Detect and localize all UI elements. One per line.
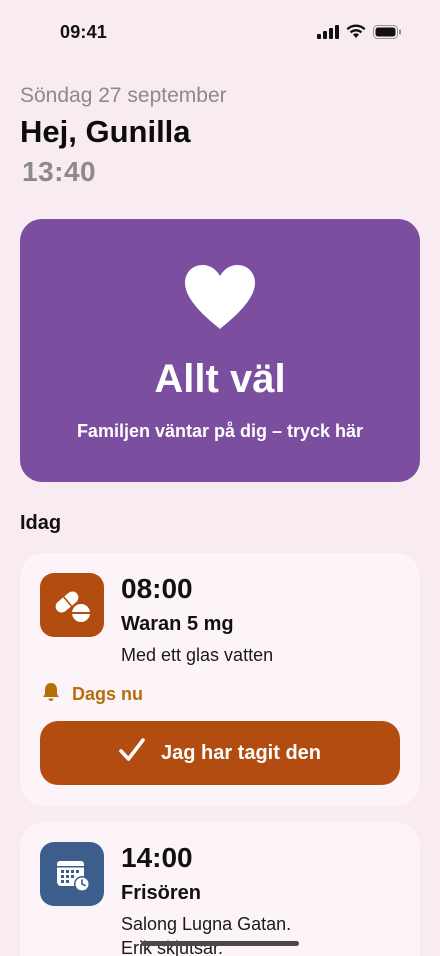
checkmark-icon <box>119 738 145 768</box>
heart-icon <box>183 263 257 331</box>
bell-icon <box>40 681 62 708</box>
pill-icon <box>40 573 104 637</box>
due-status-label: Dags nu <box>72 684 144 704</box>
task-name: Waran 5 mg <box>121 613 234 635</box>
task-card-medication: 08:00 Waran 5 mg Med ett glas vatten Dag… <box>20 553 420 806</box>
current-time: 13:40 <box>22 156 97 187</box>
family-status-card[interactable]: Allt väl Familjen väntar på dig – tryck … <box>20 219 420 482</box>
calendar-clock-icon <box>40 842 104 906</box>
status-icons <box>317 24 402 39</box>
task-note: Salong Lugna Gatan. Erik skjutsar. <box>121 912 291 956</box>
section-title-today: Idag <box>20 512 62 534</box>
task-name: Frisören <box>121 882 202 904</box>
date-label: Söndag 27 september <box>20 84 227 107</box>
mark-taken-button[interactable]: Jag har tagit den <box>40 721 400 785</box>
hero-subtitle: Familjen väntar på dig – tryck här <box>76 421 364 441</box>
task-time: 08:00 <box>121 573 193 604</box>
mark-taken-label: Jag har tagit den <box>160 741 322 764</box>
task-note: Med ett glas vatten <box>121 645 274 665</box>
task-note-line: Salong Lugna Gatan. <box>121 914 292 934</box>
status-time: 09:41 <box>60 22 108 42</box>
greeting-title: Hej, Gunilla <box>20 114 191 149</box>
status-bar: 09:41 <box>0 0 440 62</box>
wifi-icon <box>346 24 366 39</box>
battery-icon <box>373 24 402 39</box>
due-status: Dags nu <box>40 681 143 708</box>
home-indicator[interactable] <box>141 941 299 946</box>
task-time: 14:00 <box>121 842 193 873</box>
signal-icon <box>317 24 339 39</box>
task-card-appointment: 14:00 Frisören Salong Lugna Gatan. Erik … <box>20 822 420 956</box>
task-note-line: Erik skjutsar. <box>121 938 224 956</box>
hero-title: Allt väl <box>154 357 286 401</box>
